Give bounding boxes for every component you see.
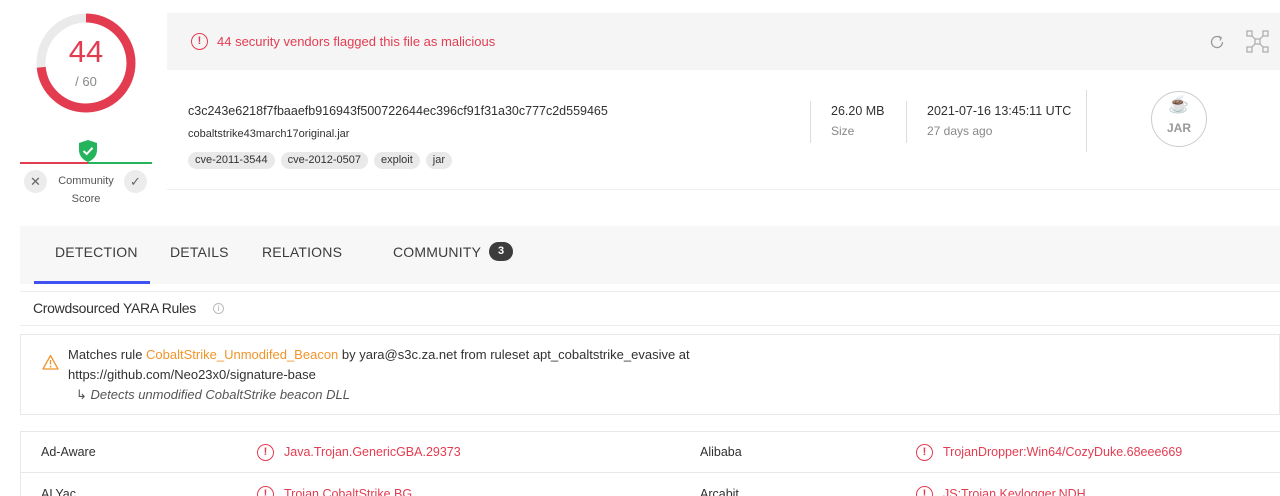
- shield-check-icon: [79, 140, 97, 162]
- vote-malicious-button[interactable]: ✕: [24, 170, 47, 193]
- yara-ruleset-url[interactable]: https://github.com/Neo23x0/signature-bas…: [68, 365, 316, 385]
- yara-description-line: ↳ Detects unmodified CobaltStrike beacon…: [76, 385, 350, 405]
- detection-total: / 60: [75, 74, 97, 89]
- vote-harmless-button[interactable]: ✓: [124, 170, 147, 193]
- community-score-label: Community Score: [58, 175, 114, 205]
- malicious-icon: !: [916, 486, 933, 496]
- yara-rule-link[interactable]: CobaltStrike_Unmodifed_Beacon: [146, 347, 338, 362]
- divider: [20, 325, 1280, 326]
- tag[interactable]: cve-2011-3544: [188, 152, 275, 169]
- yara-section-title: Crowdsourced YARA Rules: [33, 300, 196, 316]
- detection-alert-text: 44 security vendors flagged this file as…: [217, 34, 496, 49]
- tab-detection[interactable]: DETECTION: [55, 244, 138, 260]
- yara-match-text: Matches rule CobaltStrike_Unmodifed_Beac…: [68, 345, 690, 365]
- divider: [810, 101, 811, 143]
- java-cup-icon: ☕: [1168, 95, 1190, 114]
- detection-result[interactable]: Trojan.CobaltStrike.BG: [284, 487, 412, 496]
- tag[interactable]: jar: [425, 152, 452, 169]
- yara-prefix: Matches rule: [68, 347, 147, 362]
- tag[interactable]: exploit: [373, 152, 420, 169]
- yara-suffix: by yara@s3c.za.net from ruleset apt_coba…: [338, 347, 690, 362]
- tab-details[interactable]: DETAILS: [170, 244, 229, 260]
- yara-description: Detects unmodified CobaltStrike beacon D…: [90, 387, 350, 402]
- vendor-name: Ad-Aware: [41, 445, 96, 459]
- graph-summary-icon[interactable]: [1246, 30, 1269, 53]
- file-size-label: Size: [831, 124, 855, 138]
- detection-result[interactable]: Java.Trojan.GenericGBA.29373: [284, 445, 461, 459]
- active-tab-indicator: [34, 281, 150, 284]
- vendor-name: Arcabit: [700, 487, 739, 496]
- divider: [20, 291, 1280, 292]
- reanalyze-icon[interactable]: [1208, 33, 1226, 51]
- analysis-date-value: 2021-07-16 13:45:11 UTC: [927, 104, 1072, 118]
- sub-arrow-icon: ↳: [76, 387, 91, 402]
- community-count-badge: 3: [489, 242, 513, 261]
- detection-result[interactable]: TrojanDropper:Win64/CozyDuke.68eee669: [943, 445, 1182, 459]
- detection-count: 44: [68, 34, 104, 69]
- tag[interactable]: cve-2012-0507: [280, 152, 368, 169]
- vendor-name: Alibaba: [700, 445, 742, 459]
- malicious-icon: !: [916, 444, 933, 461]
- warning-icon: [42, 354, 59, 370]
- info-icon[interactable]: i: [213, 303, 224, 314]
- tab-community[interactable]: COMMUNITY: [393, 244, 481, 260]
- alert-icon: !: [191, 33, 208, 50]
- analysis-date-relative: 27 days ago: [927, 124, 993, 138]
- malicious-icon: !: [257, 486, 274, 496]
- file-size-value: 26.20 MB: [831, 104, 885, 118]
- malicious-icon: !: [257, 444, 274, 461]
- file-hash[interactable]: c3c243e6218f7fbaaefb916943f500722644ec39…: [188, 104, 608, 118]
- file-tags: cve-2011-3544 cve-2012-0507 exploit jar: [188, 152, 452, 169]
- tab-relations[interactable]: RELATIONS: [262, 244, 342, 260]
- vendor-name: ALYac: [41, 487, 76, 496]
- divider: [1086, 90, 1087, 152]
- divider: [906, 101, 907, 143]
- detection-result[interactable]: JS:Trojan.Keylogger.NDH: [943, 487, 1086, 496]
- file-type-label: JAR: [1166, 121, 1191, 135]
- file-name: cobaltstrike43march17original.jar: [188, 128, 350, 140]
